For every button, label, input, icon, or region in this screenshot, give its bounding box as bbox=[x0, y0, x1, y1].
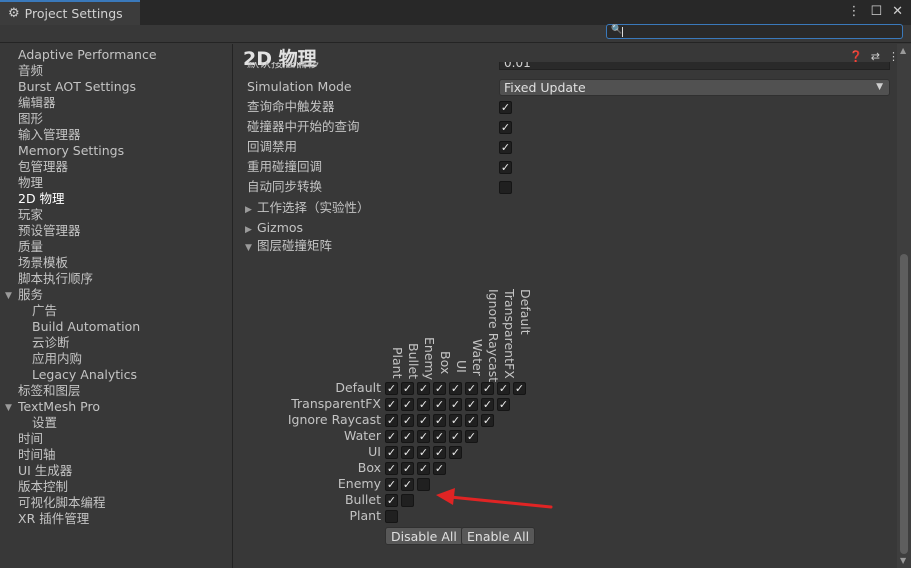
annotation-arrow-head bbox=[436, 488, 455, 505]
annotation-arrow bbox=[436, 488, 553, 509]
annotation-arrow-line bbox=[448, 495, 553, 509]
